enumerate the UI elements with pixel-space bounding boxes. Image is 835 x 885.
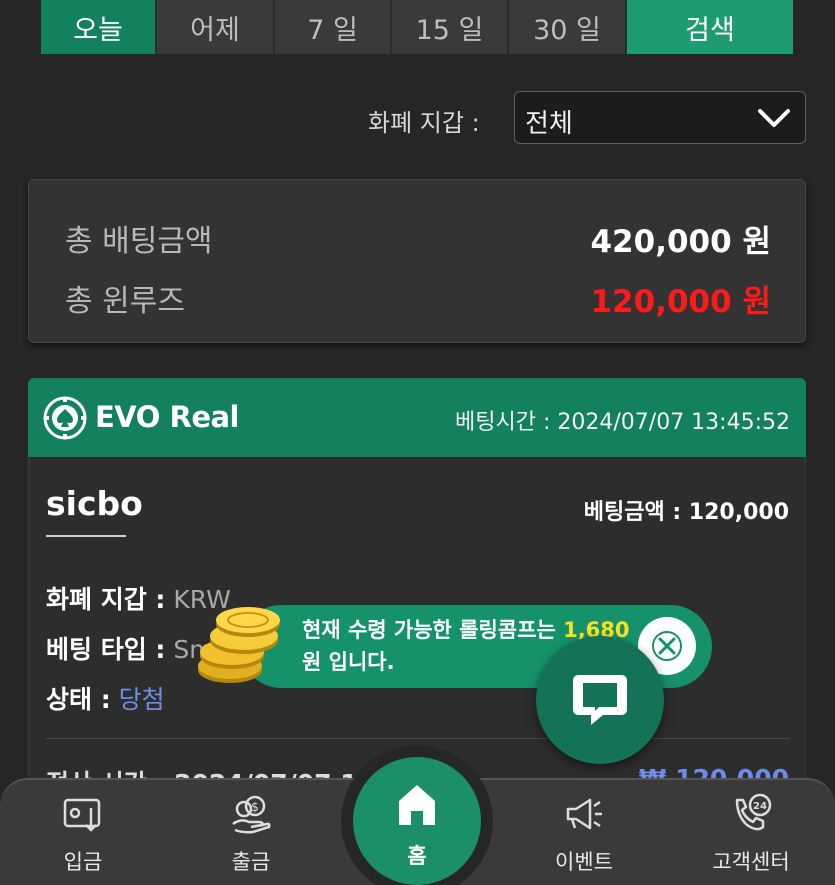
gold-coins-icon bbox=[198, 607, 280, 683]
total-bet-label: 총 배팅금액 bbox=[65, 224, 213, 259]
nav-withdraw-label: 출금 bbox=[231, 850, 271, 874]
currency-label: 화폐 지갑 : bbox=[46, 585, 166, 614]
nav-withdraw[interactable]: $ 출금 bbox=[196, 792, 306, 882]
wallet-select[interactable]: 전체 bbox=[514, 91, 806, 144]
bet-type-label: 베팅 타입 : bbox=[46, 635, 166, 664]
search-button[interactable]: 검색 bbox=[627, 0, 793, 54]
wallet-select-value: 전체 bbox=[525, 109, 573, 139]
close-icon bbox=[652, 631, 682, 661]
svg-text:$: $ bbox=[251, 800, 259, 814]
game-name-underline bbox=[46, 535, 126, 537]
bet-time: 베팅시간 : 2024/07/07 13:45:52 bbox=[455, 410, 790, 435]
tab-yesterday[interactable]: 어제 bbox=[157, 0, 275, 54]
withdraw-icon: $ bbox=[232, 795, 271, 834]
chevron-down-icon bbox=[758, 109, 790, 127]
chat-bubble-icon bbox=[573, 675, 627, 725]
tab-today[interactable]: 오늘 bbox=[41, 0, 157, 54]
svg-text:24: 24 bbox=[753, 801, 767, 812]
chat-button[interactable] bbox=[536, 636, 664, 764]
bet-card-header: EVO Real 베팅시간 : 2024/07/07 13:45:52 bbox=[28, 378, 806, 457]
nav-event-label: 이벤트 bbox=[555, 850, 613, 874]
game-name: sicbo bbox=[46, 484, 143, 523]
nav-deposit-label: 입금 bbox=[63, 850, 103, 874]
tab-7-days[interactable]: 7 일 bbox=[275, 0, 392, 54]
nav-deposit[interactable]: 입금 bbox=[28, 792, 138, 882]
support-24-icon: 24 bbox=[735, 793, 772, 831]
card-divider bbox=[46, 738, 790, 739]
bet-amount: 베팅금액 : 120,000 bbox=[583, 500, 789, 525]
total-winloss-label: 총 윈루즈 bbox=[65, 284, 185, 319]
tab-15-days[interactable]: 15 일 bbox=[392, 0, 509, 54]
megaphone-icon bbox=[566, 798, 602, 830]
wallet-filter-label: 화폐 지갑 : bbox=[368, 109, 480, 137]
total-bet-amount: 420,000 원 bbox=[590, 224, 771, 260]
total-winloss-amount: 120,000 원 bbox=[590, 284, 771, 320]
bet-type-row: 베팅 타입 : Sm bbox=[46, 630, 214, 666]
nav-event[interactable]: 이벤트 bbox=[529, 792, 639, 882]
date-range-tabs: 오늘 어제 7 일 15 일 30 일 검색 bbox=[41, 0, 793, 54]
nav-home-label: 홈 bbox=[407, 844, 427, 868]
nav-support[interactable]: 24 고객센터 bbox=[696, 792, 806, 882]
toast-text-before: 현재 수령 가능한 롤링콤프는 bbox=[302, 618, 564, 642]
totals-summary: 총 배팅금액 420,000 원 총 윈루즈 120,000 원 bbox=[28, 179, 806, 343]
home-icon bbox=[399, 785, 435, 825]
nav-support-label: 고객센터 bbox=[712, 850, 790, 874]
deposit-icon bbox=[63, 798, 101, 832]
provider-name: EVO Real bbox=[95, 400, 240, 434]
status-value: 당첨 bbox=[118, 685, 165, 714]
status-row: 상태 : 당첨 bbox=[46, 680, 165, 716]
toast-text-after: 원 입니다. bbox=[302, 650, 395, 674]
casino-chip-icon bbox=[43, 396, 87, 440]
status-label: 상태 : bbox=[46, 685, 111, 714]
nav-home[interactable]: 홈 bbox=[353, 757, 481, 885]
tab-30-days[interactable]: 30 일 bbox=[509, 0, 627, 54]
